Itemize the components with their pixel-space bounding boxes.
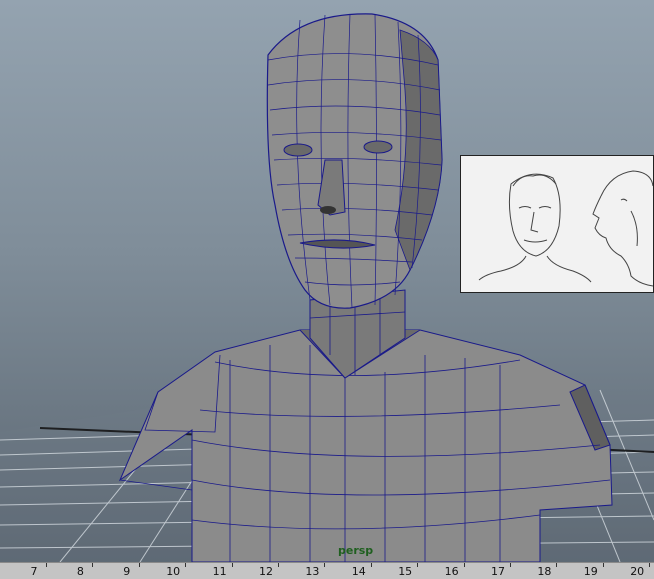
timeline-tick-mark bbox=[278, 563, 279, 567]
head-mesh[interactable] bbox=[266, 13, 443, 309]
timeline-tick-mark bbox=[370, 563, 372, 567]
face-sketch-image bbox=[478, 170, 653, 287]
timeline-frame-label: 14 bbox=[351, 565, 366, 578]
timeline-tick-mark bbox=[231, 563, 233, 567]
right-eye bbox=[363, 140, 393, 154]
timeline-frame-label: 7 bbox=[30, 565, 38, 578]
bust-mesh[interactable] bbox=[118, 329, 613, 562]
timeline-tick-mark bbox=[649, 563, 651, 567]
timeline-frame-label: 11 bbox=[212, 565, 227, 578]
camera-label: persp bbox=[338, 544, 374, 557]
timeline-tick-mark bbox=[46, 563, 47, 567]
timeline-tick-mark bbox=[185, 563, 187, 567]
timeline-tick-mark bbox=[417, 563, 419, 567]
timeline-frame-label: 15 bbox=[398, 565, 413, 578]
timeline-frame-label: 13 bbox=[305, 565, 320, 578]
timeline-frame-label: 12 bbox=[259, 565, 273, 578]
timeline-frame-label: 20 bbox=[630, 565, 645, 578]
timeline-frame-label: 9 bbox=[123, 565, 131, 578]
timeline-frame-label: 17 bbox=[491, 565, 505, 578]
timeline-tick-mark bbox=[463, 563, 465, 567]
timeline-frame-label: 16 bbox=[444, 565, 459, 578]
timeline-frame-label: 19 bbox=[583, 565, 598, 578]
timeline-frame-label: 8 bbox=[76, 565, 84, 578]
timeline-frame-label: 18 bbox=[537, 565, 552, 578]
time-slider[interactable]: 7 8 9 10 11 12 13 14 15 16 17 18 19 20 bbox=[0, 562, 654, 579]
nostril bbox=[320, 206, 336, 214]
left-eye bbox=[283, 143, 313, 157]
timeline-frame-label: 10 bbox=[166, 565, 181, 578]
timeline-tick-mark bbox=[602, 563, 604, 567]
timeline-tick-mark bbox=[92, 563, 94, 567]
timeline-tick-mark bbox=[324, 563, 326, 567]
perspective-viewport[interactable]: persp bbox=[0, 0, 654, 562]
reference-image-plane[interactable] bbox=[460, 155, 654, 293]
timeline-tick-mark bbox=[510, 563, 511, 567]
timeline-tick-mark bbox=[138, 563, 140, 567]
timeline-tick-mark bbox=[556, 563, 558, 567]
